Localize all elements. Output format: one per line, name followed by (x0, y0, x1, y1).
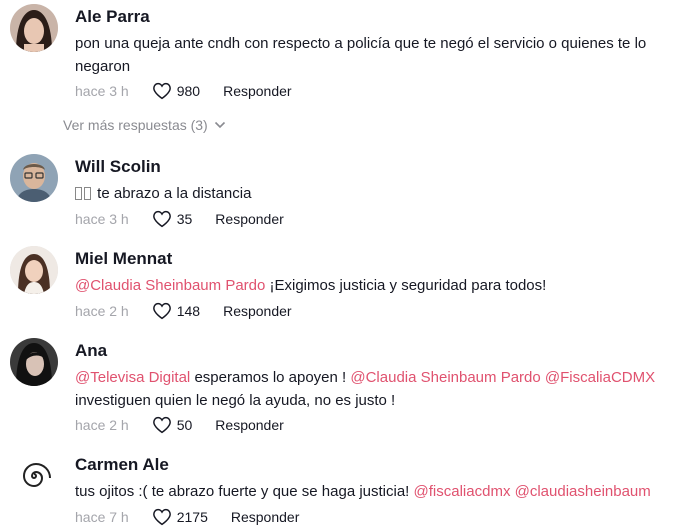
comment-text-row: @Claudia Sheinbaum Pardo ¡Exigimos justi… (75, 274, 690, 297)
unsupported-glyph-icon (84, 187, 91, 200)
comment-meta: hace 3 h 980 Responder (75, 80, 292, 102)
like-button[interactable]: 35 (152, 210, 193, 228)
comment-author[interactable]: Will Scolin (75, 157, 161, 177)
avatar-photo (10, 154, 58, 202)
avatar-photo (10, 246, 58, 294)
mention-link[interactable]: @fiscaliacdmx (414, 483, 511, 500)
comment-text: pon una queja ante cndh con respecto a p… (75, 35, 647, 75)
heart-outline-icon (152, 210, 171, 228)
comment-author[interactable]: Carmen Ale (75, 455, 169, 475)
mention-link[interactable]: @Televisa Digital (75, 369, 190, 386)
heart-outline-icon (152, 82, 171, 100)
like-button[interactable]: 148 (152, 302, 200, 320)
reply-button[interactable]: Responder (223, 83, 292, 99)
comment-meta: hace 3 h 35 Responder (75, 208, 284, 230)
heart-outline-icon (152, 508, 171, 526)
mention-link[interactable]: @Claudia Sheinbaum Pardo (350, 369, 540, 386)
reply-button[interactable]: Responder (215, 211, 284, 227)
unsupported-glyph-icon (75, 187, 82, 200)
chevron-down-icon (214, 121, 225, 129)
comment-text: esperamos lo apoyen ! (190, 369, 351, 386)
like-button[interactable]: 50 (152, 416, 193, 434)
avatar[interactable] (10, 246, 58, 294)
like-count: 35 (176, 211, 193, 227)
avatar[interactable] (10, 154, 58, 202)
mention-link[interactable]: @FiscaliaCDMX (545, 369, 655, 386)
spiral-avatar-icon (10, 452, 58, 500)
like-count: 2175 (176, 509, 208, 525)
view-more-replies-label: Ver más respuestas (3) (63, 117, 208, 133)
comment-author[interactable]: Ana (75, 341, 107, 361)
comment-text: te abrazo a la distancia (97, 185, 252, 202)
mention-link[interactable]: @claudiasheinbaum (515, 483, 651, 500)
comment-time: hace 3 h (75, 83, 129, 99)
heart-outline-icon (152, 302, 171, 320)
comment-text-row: @Televisa Digital esperamos lo apoyen ! … (75, 366, 690, 412)
comment-time: hace 7 h (75, 509, 129, 525)
avatar[interactable] (10, 452, 58, 500)
like-button[interactable]: 980 (152, 82, 200, 100)
reply-button[interactable]: Responder (223, 303, 292, 319)
like-count: 980 (176, 83, 201, 99)
comment-meta: hace 2 h 148 Responder (75, 300, 292, 322)
heart-outline-icon (152, 416, 171, 434)
comment-meta: hace 2 h 50 Responder (75, 414, 284, 436)
comment-text: tus ojitos :( te abrazo fuerte y que se … (75, 483, 414, 500)
view-more-replies[interactable]: Ver más respuestas (3) (63, 117, 226, 133)
like-count: 50 (176, 417, 193, 433)
comment-text: investiguen quien le negó la ayuda, no e… (75, 392, 396, 409)
mention-link[interactable]: @Claudia Sheinbaum Pardo (75, 277, 265, 294)
reply-button[interactable]: Responder (215, 417, 284, 433)
comment-time: hace 2 h (75, 303, 129, 319)
comment-time: hace 3 h (75, 211, 129, 227)
comment-text-row: te abrazo a la distancia (75, 182, 690, 205)
like-count: 148 (176, 303, 201, 319)
comment-time: hace 2 h (75, 417, 129, 433)
avatar[interactable] (10, 338, 58, 386)
avatar-photo (10, 4, 58, 52)
avatar[interactable] (10, 4, 58, 52)
comment-author[interactable]: Miel Mennat (75, 249, 172, 269)
comment-author[interactable]: Ale Parra (75, 7, 150, 27)
comment-text: ¡Exigimos justicia y seguridad para todo… (265, 277, 547, 294)
avatar-photo (10, 338, 58, 386)
comment-meta: hace 7 h 2175 Responder (75, 506, 299, 528)
like-button[interactable]: 2175 (152, 508, 208, 526)
comment-text-row: tus ojitos :( te abrazo fuerte y que se … (75, 480, 690, 503)
reply-button[interactable]: Responder (231, 509, 300, 525)
